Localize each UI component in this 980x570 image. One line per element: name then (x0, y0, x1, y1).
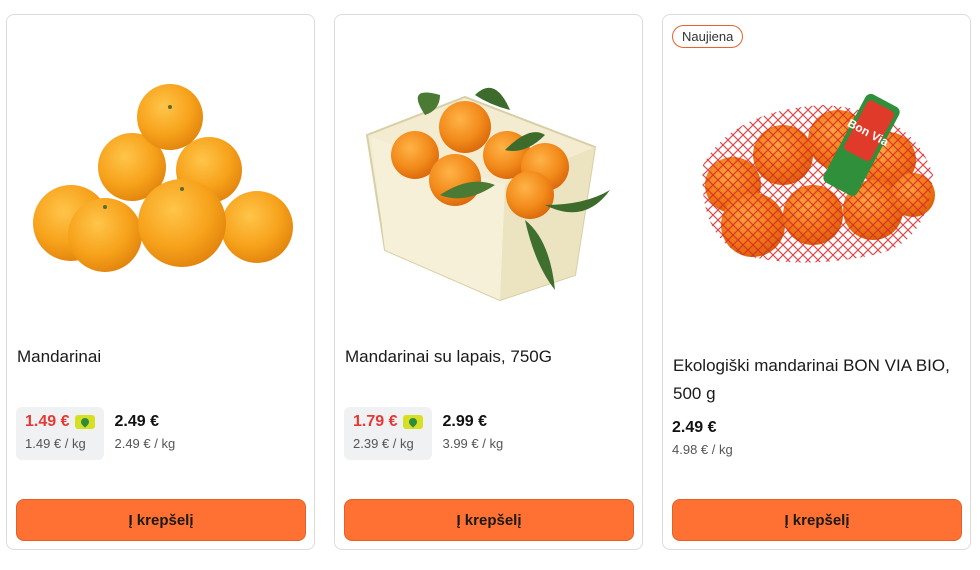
regular-unit-price: 2.49 € / kg (114, 436, 176, 451)
loyalty-price-box: 1.49 € 1.49 € / kg (16, 407, 105, 460)
regular-price: 2.49 € (672, 419, 717, 436)
regular-unit-price: 3.99 € / kg (442, 436, 504, 451)
loyalty-card-icon (75, 415, 96, 429)
sale-price: 1.79 € (353, 413, 398, 430)
new-badge: Naujiena (672, 25, 744, 48)
loyalty-card-icon (403, 415, 424, 429)
regular-price-box: 2.99 € 3.99 € / kg (432, 407, 503, 451)
price-row: 1.49 € 1.49 € / kg 2.49 € 2.49 € / kg (16, 407, 175, 460)
product-card-mandarinai[interactable]: Mandarinai 1.49 € 1.49 € / kg 2.49 € 2.4… (6, 14, 315, 550)
product-title[interactable]: Ekologiški mandarinai BON VIA BIO, 500 g (673, 352, 956, 408)
product-image-mandarin-pile[interactable] (17, 55, 306, 305)
add-to-cart-button[interactable]: Į krepšelį (16, 499, 306, 541)
sale-unit-price: 2.39 € / kg (353, 436, 414, 451)
price-row: 1.79 € 2.39 € / kg 2.99 € 3.99 € / kg (344, 407, 503, 460)
regular-price-box: 2.49 € 4.98 € / kg (672, 419, 733, 457)
regular-unit-price: 4.98 € / kg (672, 442, 733, 457)
product-card-mandarinai-su-lapais[interactable]: Mandarinai su lapais, 750G 1.79 € 2.39 €… (334, 14, 643, 550)
product-title[interactable]: Mandarinai su lapais, 750G (345, 343, 628, 371)
add-to-cart-button[interactable]: Į krepšelį (672, 499, 962, 541)
sale-price: 1.49 € (25, 413, 70, 430)
product-image-mandarin-crate[interactable] (345, 55, 634, 305)
loyalty-price-box: 1.79 € 2.39 € / kg (344, 407, 433, 460)
product-title[interactable]: Mandarinai (17, 343, 300, 371)
product-card-ekologiski-mandarinai[interactable]: Naujiena Bon Via Ekologiški mandarinai B… (662, 14, 971, 550)
regular-price-box: 2.49 € 2.49 € / kg (104, 407, 175, 451)
regular-price: 2.49 € (114, 413, 159, 430)
sale-unit-price: 1.49 € / kg (25, 436, 86, 451)
product-image-mandarin-net-bag[interactable]: Bon Via (673, 55, 962, 305)
add-to-cart-button[interactable]: Į krepšelį (344, 499, 634, 541)
regular-price: 2.99 € (442, 413, 487, 430)
